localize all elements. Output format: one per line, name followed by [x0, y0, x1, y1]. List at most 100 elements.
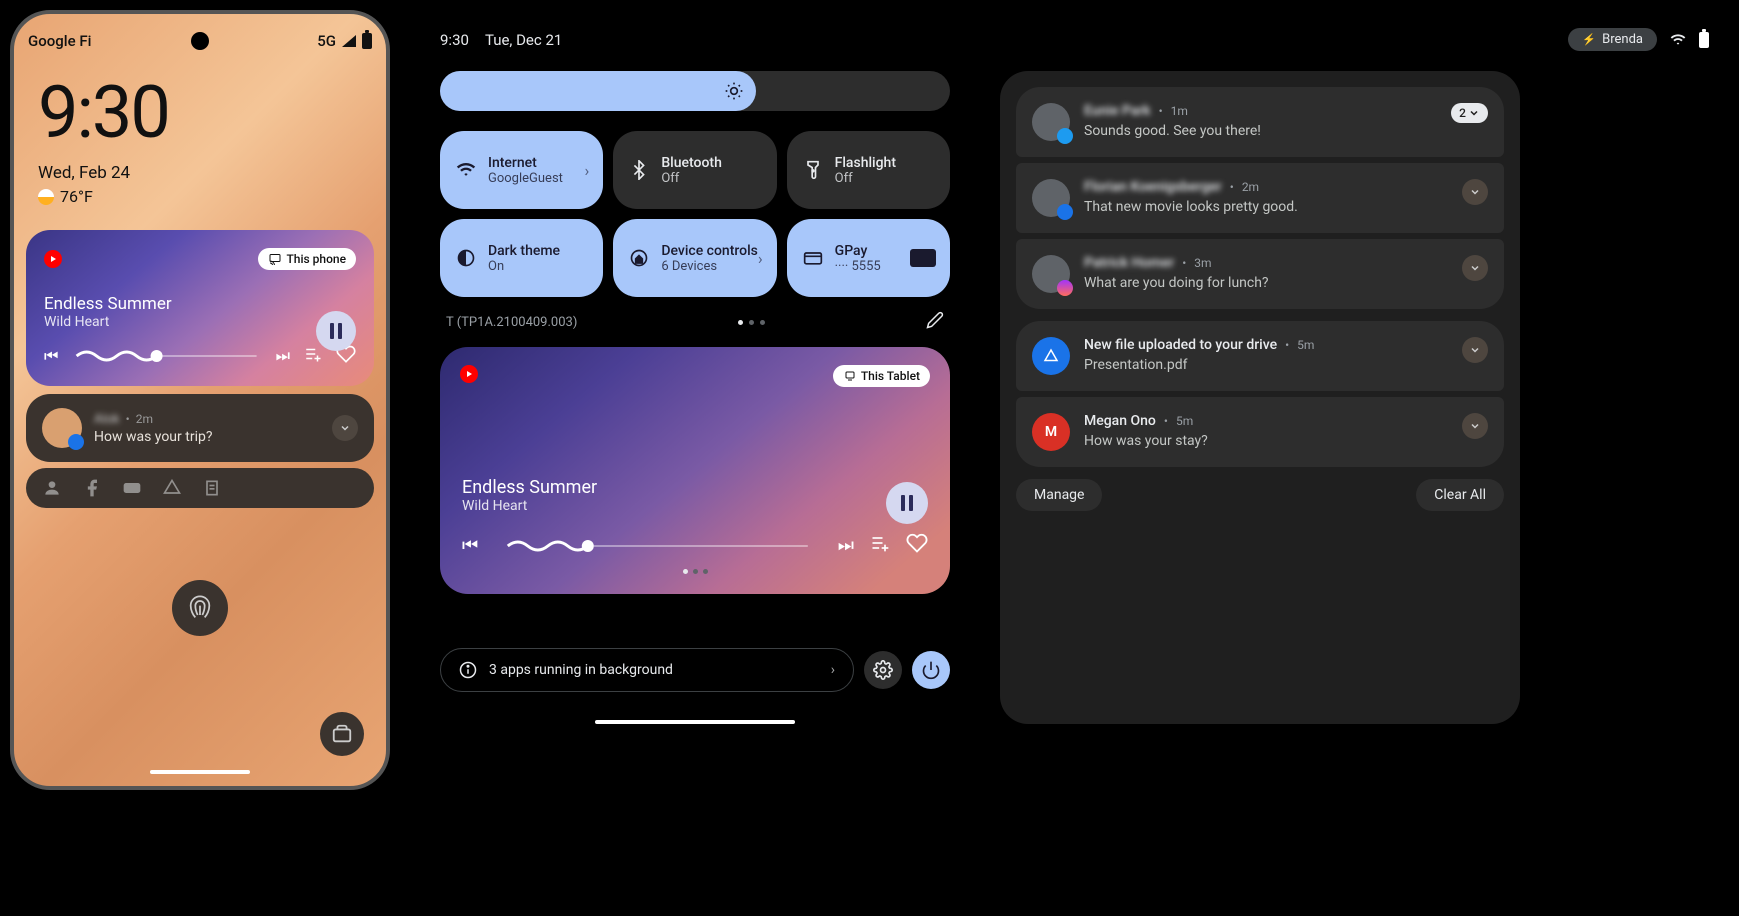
chevron-right-icon: ›: [831, 662, 835, 678]
card-graphic: [910, 249, 936, 267]
track-artist: Wild Heart: [44, 314, 356, 330]
track-title: Endless Summer: [44, 294, 356, 314]
youtube-music-icon: [460, 365, 478, 383]
next-icon[interactable]: ⏭: [838, 535, 854, 556]
home-icon: [629, 248, 649, 268]
youtube-icon: [122, 478, 142, 498]
docs-icon: [202, 478, 222, 498]
wallet-button[interactable]: [320, 712, 364, 756]
notification-item[interactable]: M Megan Ono • 5m How was your stay?: [1016, 397, 1504, 467]
facebook-icon: [82, 478, 102, 498]
notification-message: Sounds good. See you there!: [1084, 123, 1437, 139]
qs-tile-device-controls[interactable]: Device controls6 Devices ›: [613, 219, 776, 297]
qs-tile-dark-theme[interactable]: Dark themeOn: [440, 219, 603, 297]
expand-button[interactable]: [1462, 179, 1488, 205]
notification-icons-row[interactable]: [26, 468, 374, 508]
notification-message: Presentation.pdf: [1084, 357, 1448, 373]
notification-message: What are you doing for lunch?: [1084, 275, 1448, 291]
build-number: T (TP1A.2100409.003): [446, 315, 577, 330]
page-indicator: [738, 320, 765, 325]
phone-notification[interactable]: Alok • 2m How was your trip?: [26, 394, 374, 462]
edit-tiles-button[interactable]: [926, 311, 944, 333]
drive-icon: [162, 478, 182, 498]
card-icon: [803, 248, 823, 268]
qs-tile-internet[interactable]: InternetGoogleGuest ›: [440, 131, 603, 209]
track-title: Endless Summer: [462, 477, 928, 498]
fingerprint-button[interactable]: [172, 580, 228, 636]
next-icon[interactable]: ⏭: [276, 346, 290, 366]
qs-tile-bluetooth[interactable]: BluetoothOff: [613, 131, 776, 209]
flashlight-icon: [803, 160, 823, 180]
tablet-clock: 9:30: [440, 31, 469, 49]
track-artist: Wild Heart: [462, 498, 928, 514]
bluetooth-icon: [629, 160, 649, 180]
notification-avatar: [42, 408, 82, 448]
chevron-right-icon: ›: [758, 249, 763, 268]
phone-media-card[interactable]: This phone Endless Summer Wild Heart ⏮ ⏭: [26, 230, 374, 386]
notification-avatar: [1032, 179, 1070, 217]
bolt-icon: ⚡: [1582, 33, 1596, 46]
notification-time: 2m: [1242, 180, 1259, 194]
navigation-handle[interactable]: [595, 720, 795, 724]
notification-item[interactable]: Patrick Homer • 3m What are you doing fo…: [1016, 239, 1504, 309]
notification-message: How was your stay?: [1084, 433, 1448, 449]
clear-all-button[interactable]: Clear All: [1416, 479, 1504, 511]
notification-item[interactable]: Florian Koenigsberger • 2m That new movi…: [1016, 163, 1504, 233]
notification-item[interactable]: New file uploaded to your drive • 5m Pre…: [1016, 321, 1504, 391]
notification-panel: Eunie Park • 1m Sounds good. See you the…: [1000, 71, 1520, 724]
user-chip[interactable]: ⚡ Brenda: [1568, 28, 1657, 51]
status-icons: 5G: [317, 32, 372, 50]
cast-chip[interactable]: This phone: [258, 248, 356, 270]
media-seekbar[interactable]: [72, 346, 261, 366]
quick-settings-panel: InternetGoogleGuest › BluetoothOff Flash…: [440, 71, 950, 724]
tablet-date: Tue, Dec 21: [485, 31, 562, 49]
expand-button[interactable]: [1462, 413, 1488, 439]
notification-time: 3m: [1194, 256, 1211, 270]
manage-button[interactable]: Manage: [1016, 479, 1102, 511]
cast-chip[interactable]: This Tablet: [833, 365, 930, 387]
notification-avatar: [1032, 103, 1070, 141]
navigation-handle[interactable]: [150, 770, 250, 774]
lockscreen-clock: 9:30: [14, 50, 386, 163]
wifi-icon: [456, 160, 476, 180]
front-camera: [191, 32, 209, 50]
tablet-screen: 9:30 Tue, Dec 21 ⚡ Brenda InternetGoogle…: [420, 10, 1729, 906]
previous-icon[interactable]: ⏮: [44, 346, 58, 366]
carrier-label: Google Fi: [28, 32, 91, 50]
darktheme-icon: [456, 248, 476, 268]
previous-icon[interactable]: ⏮: [462, 535, 478, 556]
pause-button[interactable]: [886, 482, 928, 524]
tablet-media-card[interactable]: This Tablet Endless Summer Wild Heart ⏮ …: [440, 347, 950, 594]
notification-message: How was your trip?: [94, 429, 320, 445]
phone-lockscreen: Google Fi 5G 9:30 Wed, Feb 24 76°F This …: [10, 10, 390, 790]
weather-widget[interactable]: 76°F: [38, 187, 130, 206]
wifi-icon: [1669, 32, 1687, 48]
qs-tile-flashlight[interactable]: FlashlightOff: [787, 131, 950, 209]
notification-message: That new movie looks pretty good.: [1084, 199, 1448, 215]
background-apps-button[interactable]: 3 apps running in background ›: [440, 648, 854, 692]
favorite-icon[interactable]: [906, 532, 928, 559]
notification-time: 5m: [1176, 414, 1193, 428]
power-button[interactable]: [912, 651, 950, 689]
expand-button[interactable]: [332, 415, 358, 441]
notification-count[interactable]: 2: [1451, 103, 1488, 123]
notification-avatar: [1032, 255, 1070, 293]
qs-tile-gpay[interactable]: GPay···· 5555: [787, 219, 950, 297]
queue-icon[interactable]: [304, 345, 322, 367]
queue-icon[interactable]: [870, 533, 890, 558]
notification-sender: Patrick Homer: [1084, 255, 1174, 271]
app-icon: [42, 478, 62, 498]
settings-button[interactable]: [864, 651, 902, 689]
notification-item[interactable]: Eunie Park • 1m Sounds good. See you the…: [1016, 87, 1504, 157]
notification-time: 1m: [1171, 104, 1188, 118]
pause-button[interactable]: [316, 311, 356, 351]
signal-icon: [342, 35, 356, 47]
notification-sender: Alok: [94, 412, 120, 427]
network-label: 5G: [317, 32, 336, 50]
notification-time: 2m: [136, 412, 153, 426]
brightness-slider[interactable]: [440, 71, 950, 111]
tablet-status-bar: 9:30 Tue, Dec 21 ⚡ Brenda: [440, 20, 1709, 71]
media-seekbar[interactable]: [494, 536, 822, 556]
expand-button[interactable]: [1462, 337, 1488, 363]
expand-button[interactable]: [1462, 255, 1488, 281]
